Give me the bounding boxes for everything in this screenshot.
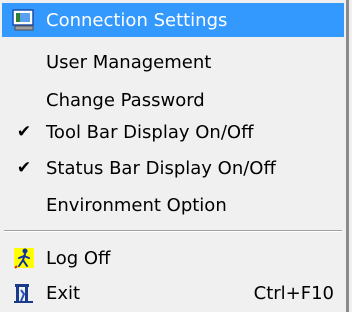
menu-item-label: Exit (46, 282, 81, 304)
menu-item-label: Status Bar Display On/Off (46, 157, 276, 179)
menu-item-label: Tool Bar Display On/Off (46, 121, 254, 143)
checkmark-icon: ✔ (16, 157, 32, 178)
menu-item-label: Log Off (46, 247, 111, 269)
menu-separator (4, 230, 342, 232)
connection-settings-icon (2, 3, 46, 37)
checkmark-icon: ✔ (16, 121, 32, 142)
menu-item-user-management[interactable]: User Management (2, 45, 344, 79)
log-off-icon (2, 241, 46, 275)
menu-item-change-password[interactable]: Change Password (2, 83, 344, 117)
menu-item-label: Change Password (46, 89, 205, 111)
menu-item-exit[interactable]: Exit Ctrl+F10 (2, 276, 344, 310)
context-menu: Connection Settings User Management Chan… (0, 0, 349, 312)
menu-item-log-off[interactable]: Log Off (2, 241, 344, 275)
menu-item-shortcut: Ctrl+F10 (253, 282, 334, 304)
menu-item-tool-bar-display[interactable]: ✔ Tool Bar Display On/Off (2, 115, 344, 149)
exit-icon (2, 276, 46, 310)
menu-item-label: Environment Option (46, 194, 227, 216)
menu-item-environment-option[interactable]: Environment Option (2, 188, 344, 222)
menu-item-status-bar-display[interactable]: ✔ Status Bar Display On/Off (2, 151, 344, 185)
menu-item-label: Connection Settings (46, 9, 228, 31)
menu-item-label: User Management (46, 51, 212, 73)
menu-item-connection-settings[interactable]: Connection Settings (2, 3, 344, 37)
